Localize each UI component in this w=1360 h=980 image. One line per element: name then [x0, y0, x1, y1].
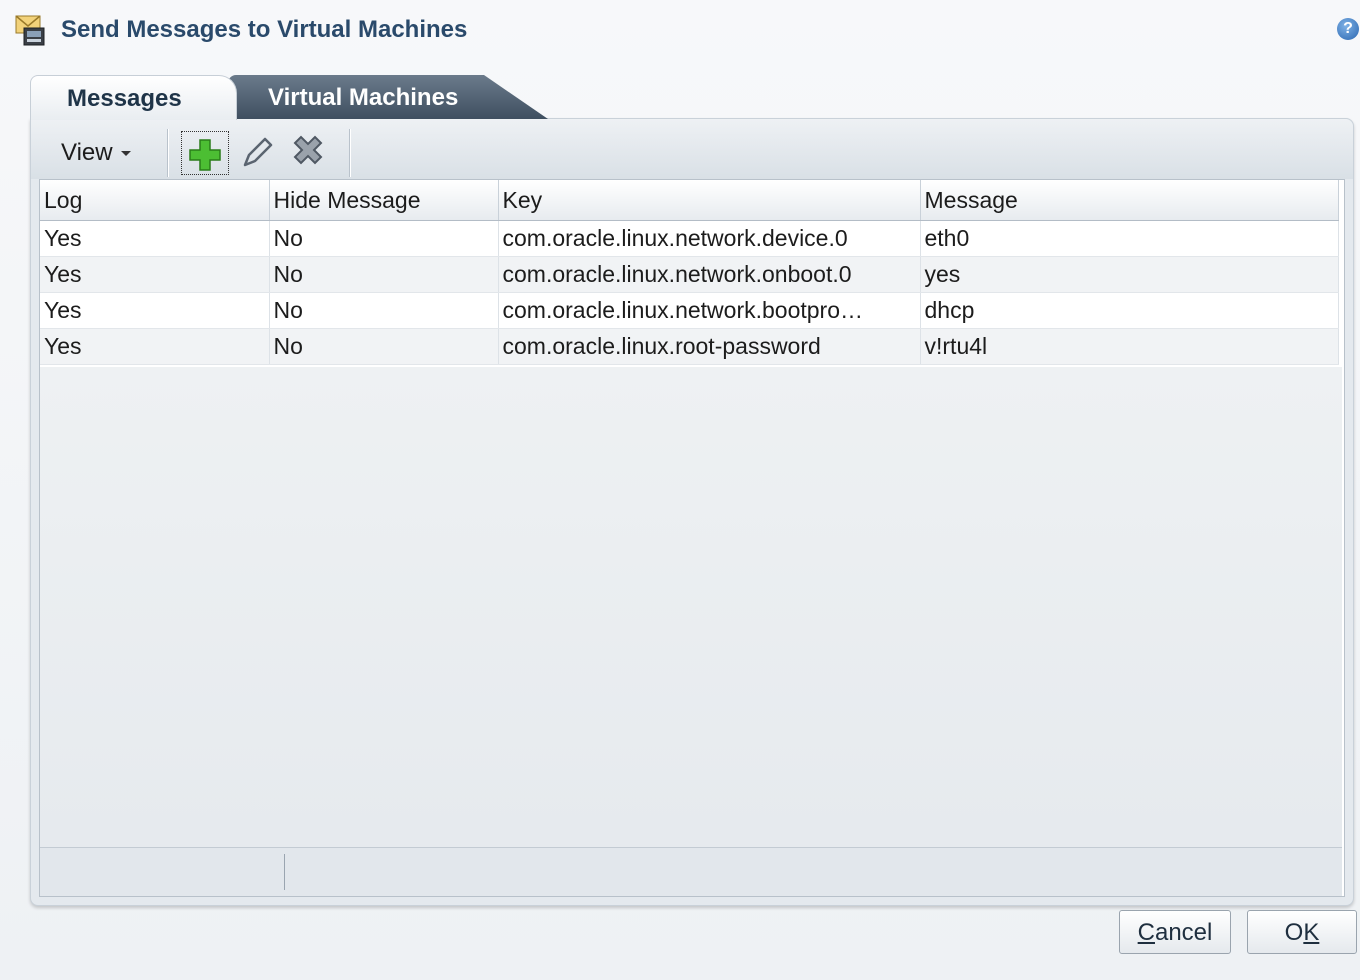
view-menu-label: View	[61, 139, 113, 166]
toolbar: View	[31, 119, 1353, 179]
tab-virtual-machines[interactable]: Virtual Machines	[228, 75, 548, 119]
edit-icon	[243, 137, 273, 167]
column-header-message[interactable]: Message	[920, 180, 1339, 221]
add-icon	[189, 139, 221, 171]
cell-key: com.oracle.linux.network.onboot.0	[498, 256, 921, 293]
delete-icon	[293, 135, 323, 165]
table-row[interactable]: Yes No com.oracle.linux.network.bootpro……	[40, 292, 1339, 329]
tab-virtual-machines-label: Virtual Machines	[268, 84, 459, 111]
cell-hide-message: No	[269, 292, 499, 329]
column-header-hide-message[interactable]: Hide Message	[269, 180, 499, 221]
cell-message: v!rtu4l	[920, 328, 1339, 365]
ok-button[interactable]: OK	[1247, 910, 1357, 954]
message-envelope-icon	[14, 14, 50, 48]
help-icon[interactable]: ?	[1337, 18, 1359, 40]
table-empty-area	[40, 367, 1342, 847]
cell-hide-message: No	[269, 328, 499, 365]
chevron-down-icon	[120, 151, 131, 157]
toolbar-divider	[167, 129, 168, 177]
cell-log: Yes	[40, 292, 270, 329]
delete-button[interactable]	[285, 131, 333, 175]
table-row[interactable]: Yes No com.oracle.linux.network.device.0…	[40, 220, 1339, 257]
cell-key: com.oracle.linux.network.bootpro…	[498, 292, 921, 329]
ok-label-first: O	[1284, 919, 1304, 946]
toolbar-divider	[349, 129, 350, 177]
view-menu[interactable]: View	[61, 139, 131, 167]
table-row[interactable]: Yes No com.oracle.linux.root-password v!…	[40, 328, 1339, 365]
cell-hide-message: No	[269, 256, 499, 293]
tab-messages-label: Messages	[67, 85, 182, 112]
send-messages-dialog: Send Messages to Virtual Machines ? Virt…	[0, 0, 1360, 980]
cell-log: Yes	[40, 220, 270, 257]
cell-key: com.oracle.linux.network.device.0	[498, 220, 921, 257]
table-header-row: Log Hide Message Key Message	[40, 180, 1339, 221]
edit-button[interactable]	[233, 131, 281, 175]
tab-messages[interactable]: Messages	[30, 75, 237, 120]
add-button[interactable]	[181, 131, 229, 175]
cancel-button[interactable]: Cancel	[1119, 910, 1231, 954]
cancel-mnemonic: C	[1137, 919, 1155, 946]
cancel-label: ancel	[1154, 919, 1213, 946]
cell-log: Yes	[40, 256, 270, 293]
cell-message: eth0	[920, 220, 1339, 257]
table-status-bar	[40, 847, 1342, 896]
column-header-key[interactable]: Key	[498, 180, 921, 221]
dialog-title-bar: Send Messages to Virtual Machines ?	[0, 0, 1360, 60]
dialog-title: Send Messages to Virtual Machines	[61, 16, 468, 43]
cell-hide-message: No	[269, 220, 499, 257]
messages-table: Log Hide Message Key Message Yes No com.…	[39, 179, 1345, 897]
ok-mnemonic: K	[1303, 919, 1320, 946]
messages-panel: View Log Hide Message Key Message Yes No…	[30, 118, 1354, 906]
column-header-log[interactable]: Log	[40, 180, 270, 221]
table-row[interactable]: Yes No com.oracle.linux.network.onboot.0…	[40, 256, 1339, 293]
cell-log: Yes	[40, 328, 270, 365]
cell-message: yes	[920, 256, 1339, 293]
cell-message: dhcp	[920, 292, 1339, 329]
cell-key: com.oracle.linux.root-password	[498, 328, 921, 365]
status-bar-divider	[284, 854, 285, 890]
